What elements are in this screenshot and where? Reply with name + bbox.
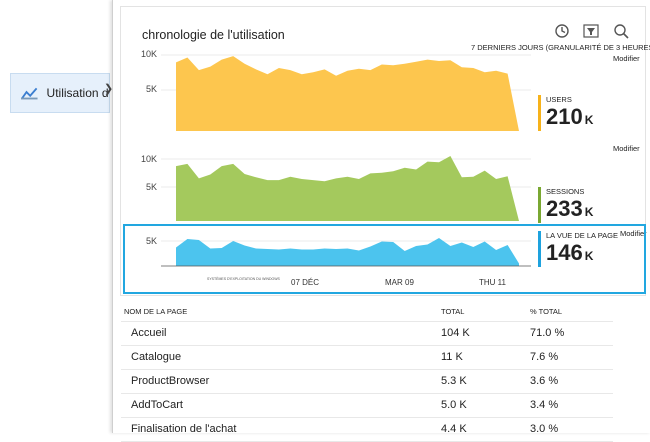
sessions-metric-unit: K [584, 205, 594, 219]
page-total: 104 K [441, 327, 470, 339]
page-total: 5.0 K [441, 399, 467, 411]
page-name: Finalisation de l'achat [131, 423, 237, 435]
sessions-area-series [176, 156, 519, 221]
sidebar-tab-label: Utilisation de [46, 86, 109, 100]
page-name: AddToCart [131, 399, 183, 411]
users-color-bar [538, 95, 541, 131]
users-metric-value: 210 K [546, 104, 593, 130]
page-total: 5.3 K [441, 375, 467, 387]
page-pct: 71.0 % [530, 327, 565, 339]
sidebar-tab-usage[interactable]: Utilisation de ❯ [10, 73, 113, 113]
page-pct: 3.6 % [530, 375, 559, 387]
sessions-metric-name: SESSIONS [546, 187, 585, 196]
page-total: 4.4 K [441, 423, 467, 435]
table-row[interactable]: Catalogue 11 K 7.6 % [121, 346, 613, 370]
page-pct: 7.6 % [530, 351, 559, 363]
page-pct: 3.0 % [530, 423, 559, 435]
pageviews-selection-highlight [123, 224, 646, 294]
sessions-tick-5k: 5K [145, 182, 157, 192]
page-name: Accueil [131, 327, 167, 339]
page-views-table: NOM DE LA PAGE TOTAL % TOTAL Accueil 104… [121, 303, 613, 442]
page-pct: 3.4 % [530, 399, 559, 411]
users-metric-number: 210 [546, 104, 583, 129]
table-row[interactable]: Finalisation de l'achat 4.4 K 3.0 % [121, 418, 613, 442]
column-header-page[interactable]: NOM DE LA PAGE [124, 307, 187, 316]
users-metric-name: USERS [546, 95, 572, 104]
table-row[interactable]: ProductBrowser 5.3 K 3.6 % [121, 370, 613, 394]
usage-chart-icon [21, 87, 38, 100]
users-area-series [176, 56, 519, 131]
table-row[interactable]: AddToCart 5.0 K 3.4 % [121, 394, 613, 418]
usage-blade: chronologie de l'utilisation 7 DERNIERS … [112, 0, 650, 442]
column-header-total[interactable]: TOTAL [441, 307, 464, 316]
page-total: 11 K [441, 351, 463, 363]
table-header-row: NOM DE LA PAGE TOTAL % TOTAL [121, 303, 613, 322]
sessions-metric-value: 233 K [546, 196, 593, 222]
users-metric-unit: K [584, 113, 594, 127]
sessions-color-bar [538, 187, 541, 223]
table-row[interactable]: Accueil 104 K 71.0 % [121, 322, 613, 346]
page-name: Catalogue [131, 351, 182, 363]
sessions-tick-10k: 10K [140, 154, 157, 164]
page-name: ProductBrowser [131, 375, 210, 387]
column-header-pct[interactable]: % TOTAL [530, 307, 562, 316]
sessions-metric-number: 233 [546, 196, 583, 221]
